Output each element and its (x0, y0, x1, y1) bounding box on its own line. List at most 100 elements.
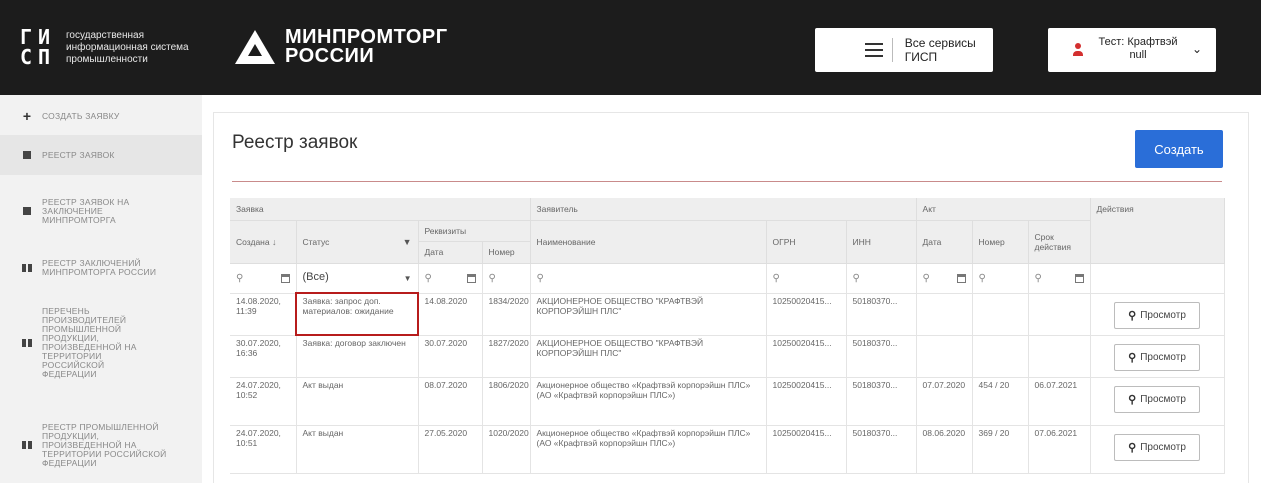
ministry-logo[interactable]: МИНПРОМТОРГ РОССИИ (235, 27, 448, 67)
col-header-act-validity[interactable]: Срок действия (1028, 220, 1091, 264)
filter-act-number[interactable]: ⚲ (972, 263, 1029, 294)
filter-created[interactable]: ⚲ (230, 263, 297, 294)
cell-req-date: 08.07.2020 (418, 377, 483, 426)
cell-ogrn: 10250020415... (766, 293, 847, 336)
sidebar-item-label: ПЕРЕЧЕНЬ ПРОИЗВОДИТЕЛЕЙ ПРОМЫШЛЕННОЙ ПРО… (42, 306, 137, 379)
cell-actions: ⚲ Просмотр (1090, 425, 1225, 474)
col-header-requisites: Реквизиты (418, 220, 531, 242)
search-icon: ⚲ (488, 272, 496, 284)
sidebar-item-requests-registry[interactable]: РЕЕСТР ЗАЯВОК (0, 135, 202, 175)
table-row[interactable]: 30.07.2020, 16:36 Заявка: договор заключ… (230, 335, 1225, 378)
sidebar: + СОЗДАТЬ ЗАЯВКУ РЕЕСТР ЗАЯВОК РЕЕСТР ЗА… (0, 95, 202, 483)
filter-icon[interactable]: ▼ (403, 237, 412, 247)
cell-status: Заявка: запрос доп. материалов: ожидание (295, 292, 419, 336)
search-icon: ⚲ (978, 272, 986, 284)
book-icon (22, 441, 32, 449)
cell-act-date (916, 293, 973, 336)
search-icon: ⚲ (1128, 309, 1137, 322)
ministry-name: МИНПРОМТОРГ РОССИИ (285, 27, 448, 67)
filter-act-date[interactable]: ⚲ (916, 263, 973, 294)
col-header-name[interactable]: Наименование (530, 220, 767, 264)
gisp-mark-letter: С (20, 45, 33, 69)
calendar-icon[interactable] (956, 273, 966, 283)
sidebar-item-conclusion-requests[interactable]: РЕЕСТР ЗАЯВОК НА ЗАКЛЮЧЕНИЕ МИНПРОМТОРГА (0, 193, 202, 229)
col-header-created[interactable]: Создана ↓ (230, 220, 297, 264)
col-header-inn[interactable]: ИНН (846, 220, 917, 264)
cell-act-date: 08.06.2020 (916, 425, 973, 474)
group-header-request: Заявка (230, 198, 531, 221)
book-icon (22, 264, 32, 272)
sidebar-item-label: РЕЕСТР ПРОМЫШЛЕННОЙ ПРОДУКЦИИ, ПРОИЗВЕДЕ… (42, 421, 167, 468)
cell-req-number: 1806/2020 (482, 377, 531, 426)
group-header-actions: Действия (1090, 198, 1225, 264)
cell-status: Акт выдан (296, 425, 419, 474)
col-label: Создана (236, 236, 270, 247)
col-header-ogrn[interactable]: ОГРН (766, 220, 847, 264)
cell-act-number: 454 / 20 (972, 377, 1029, 426)
col-header-act-date[interactable]: Дата (916, 220, 973, 264)
gisp-logo[interactable]: Г И С П государственная информационная с… (20, 18, 210, 78)
create-button[interactable]: Создать (1135, 130, 1223, 168)
square-icon (23, 151, 31, 159)
gisp-text-line: государственная (66, 30, 144, 41)
sidebar-item-manufacturers-list[interactable]: ПЕРЕЧЕНЬ ПРОИЗВОДИТЕЛЕЙ ПРОМЫШЛЕННОЙ ПРО… (0, 303, 202, 383)
filter-req-number[interactable]: ⚲ (482, 263, 531, 294)
cell-act-number: 369 / 20 (972, 425, 1029, 474)
view-button[interactable]: ⚲ Просмотр (1114, 433, 1201, 461)
hamburger-icon (865, 43, 883, 57)
page-title: Реестр заявок (232, 132, 358, 153)
view-label: Просмотр (1140, 441, 1186, 453)
user-menu-button[interactable]: Тест: Крафтвэй null ⌄ (1048, 28, 1216, 72)
col-header-status[interactable]: Статус ▼ (296, 220, 419, 264)
filter-req-date[interactable]: ⚲ (418, 263, 483, 294)
cell-actions: ⚲ Просмотр (1090, 377, 1225, 426)
col-header-act-number[interactable]: Номер (972, 220, 1029, 264)
cell-ogrn: 10250020415... (766, 335, 847, 378)
table-row[interactable]: 14.08.2020, 11:39 Заявка: запрос доп. ма… (230, 292, 1225, 336)
user-icon (1073, 43, 1083, 57)
gisp-mark-letter: Г (20, 25, 33, 49)
col-header-req-number[interactable]: Номер (482, 241, 531, 264)
table-row[interactable]: 24.07.2020, 10:51 Акт выдан 27.05.2020 1… (230, 425, 1225, 474)
gisp-text-line: информационная система (66, 42, 189, 53)
filter-row: ⚲ (Все) ▼ ⚲ ⚲ ⚲ ⚲ ⚲ ⚲ ⚲ ⚲ (230, 263, 1225, 294)
cell-name: АКЦИОНЕРНОЕ ОБЩЕСТВО "КРАФТВЭЙ КОРПОРЭЙШ… (530, 335, 767, 378)
ministry-line: РОССИИ (285, 45, 375, 67)
chevron-down-icon: ▼ (403, 274, 412, 283)
cell-name: АКЦИОНЕРНОЕ ОБЩЕСТВО "КРАФТВЭЙ КОРПОРЭЙШ… (530, 293, 767, 336)
view-button[interactable]: ⚲ Просмотр (1114, 301, 1201, 329)
view-button[interactable]: ⚲ Просмотр (1114, 343, 1201, 371)
cell-actions: ⚲ Просмотр (1090, 293, 1225, 336)
view-label: Просмотр (1140, 309, 1186, 321)
filter-name[interactable]: ⚲ (530, 263, 767, 294)
sidebar-item-conclusions-registry[interactable]: РЕЕСТР ЗАКЛЮЧЕНИЙ МИНПРОМТОРГА РОССИИ (0, 253, 202, 283)
top-header: Г И С П государственная информационная с… (0, 0, 1261, 95)
group-header-act: Акт (916, 198, 1091, 221)
cell-act-date (916, 335, 973, 378)
cell-inn: 50180370... (846, 425, 917, 474)
plus-icon: + (22, 108, 32, 124)
calendar-icon[interactable] (1074, 273, 1084, 283)
all-services-button[interactable]: Все сервисы ГИСП (815, 28, 993, 72)
cell-status: Акт выдан (296, 377, 419, 426)
filter-act-validity[interactable]: ⚲ (1028, 263, 1091, 294)
sidebar-item-products-registry[interactable]: РЕЕСТР ПРОМЫШЛЕННОЙ ПРОДУКЦИИ, ПРОИЗВЕДЕ… (0, 407, 202, 483)
view-button[interactable]: ⚲ Просмотр (1114, 385, 1201, 413)
col-header-req-date[interactable]: Дата (418, 241, 483, 264)
sidebar-item-create-request[interactable]: + СОЗДАТЬ ЗАЯВКУ (0, 105, 202, 127)
cell-req-date: 27.05.2020 (418, 425, 483, 474)
filter-ogrn[interactable]: ⚲ (766, 263, 847, 294)
calendar-icon[interactable] (466, 273, 476, 283)
cell-act-validity: 07.06.2021 (1028, 425, 1091, 474)
search-icon: ⚲ (1128, 351, 1137, 364)
gisp-mark-icon: Г И С П (20, 27, 60, 69)
sidebar-item-label: РЕЕСТР ЗАЯВОК НА ЗАКЛЮЧЕНИЕ МИНПРОМТОРГА (42, 196, 130, 225)
table-row[interactable]: 24.07.2020, 10:52 Акт выдан 08.07.2020 1… (230, 377, 1225, 426)
ministry-triangle-icon (235, 30, 275, 64)
filter-status[interactable]: (Все) ▼ (296, 263, 419, 294)
gisp-mark-letter: П (38, 45, 51, 69)
filter-inn[interactable]: ⚲ (846, 263, 917, 294)
cell-ogrn: 10250020415... (766, 377, 847, 426)
gisp-logo-text: государственная информационная система п… (66, 30, 189, 66)
calendar-icon[interactable] (280, 273, 290, 283)
